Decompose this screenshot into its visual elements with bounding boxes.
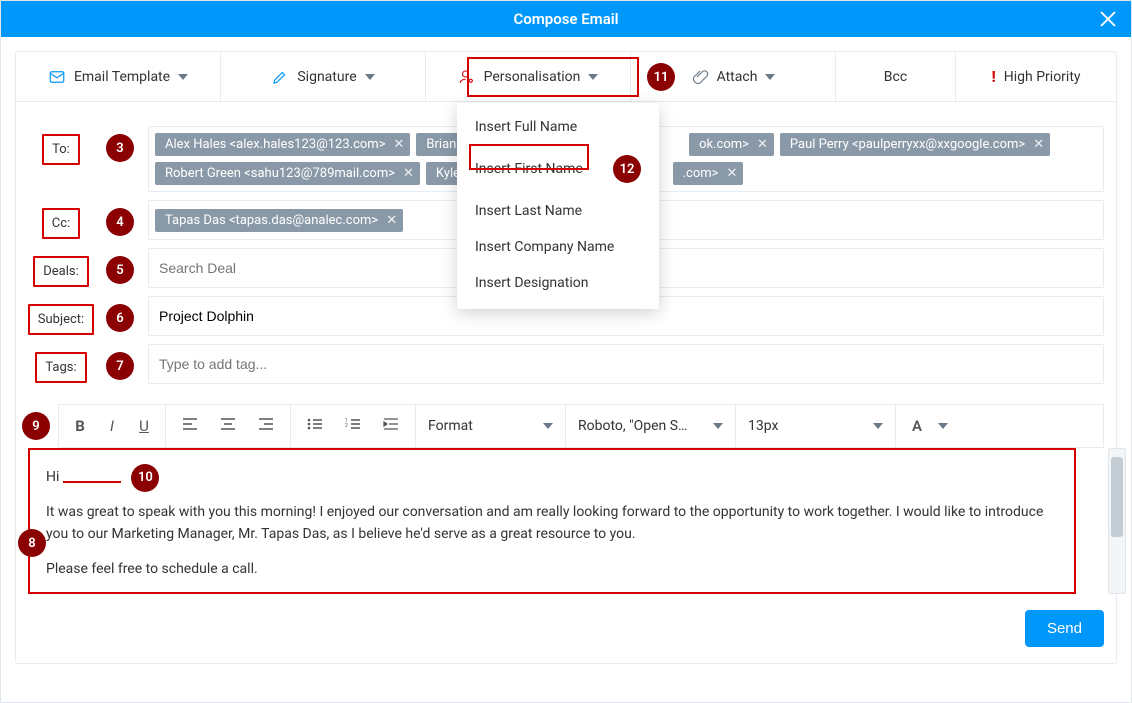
dialog-title: Compose Email [513, 10, 618, 28]
chevron-down-icon [765, 74, 775, 80]
bcc-label: Bcc [884, 69, 907, 85]
format-select[interactable]: Format [416, 405, 566, 447]
align-right-button[interactable] [252, 413, 280, 439]
bold-button[interactable]: B [69, 413, 91, 439]
chevron-down-icon [588, 74, 598, 80]
editor-scrollbar[interactable] [1108, 448, 1126, 594]
annotation-badge: 4 [106, 208, 134, 236]
annotation-badge: 9 [22, 412, 50, 440]
annotation-badge: 11 [647, 63, 675, 91]
rte-toolbar: B I U [58, 404, 1104, 448]
body-paragraph: It was great to speak with you this morn… [46, 502, 1058, 545]
chevron-down-icon [873, 423, 883, 429]
greeting-text: Hi [46, 467, 59, 489]
compose-toolbar: Email Template Signature Personalisation [16, 52, 1116, 102]
email-template-dropdown[interactable]: Email Template [16, 52, 221, 101]
priority-label: High Priority [1004, 69, 1081, 85]
chevron-down-icon [178, 74, 188, 80]
body-paragraph: Please feel free to schedule a call. [46, 559, 1058, 581]
bcc-button[interactable]: Bcc [836, 52, 956, 101]
subject-label: Subject: [28, 304, 94, 335]
align-center-button[interactable] [214, 413, 242, 439]
annotation-badge: 5 [106, 256, 134, 284]
font-size-select[interactable]: 13px [736, 405, 896, 447]
tags-input-wrap[interactable] [148, 344, 1104, 384]
high-priority-button[interactable]: ! High Priority [956, 52, 1116, 101]
italic-button[interactable]: I [101, 413, 123, 439]
annotation-badge: 7 [106, 352, 134, 380]
tags-label: Tags: [35, 352, 86, 383]
recipient-chip[interactable]: Alex Hales <alex.hales123@123.com>✕ [155, 133, 410, 156]
menu-insert-full-name[interactable]: Insert Full Name [457, 109, 659, 145]
indent-button[interactable] [377, 413, 405, 439]
font-select[interactable]: Roboto, "Open S… [566, 405, 736, 447]
annotation-badge: 6 [106, 304, 134, 332]
menu-insert-first-name[interactable]: Insert First Name 12 [457, 145, 659, 193]
chevron-down-icon [713, 423, 723, 429]
person-settings-icon [458, 68, 476, 86]
scrollbar-thumb[interactable] [1111, 457, 1123, 537]
annotation-badge: 10 [131, 464, 159, 492]
svg-text:2: 2 [345, 423, 348, 429]
chip-remove-icon[interactable]: ✕ [386, 213, 397, 228]
ordered-list-button[interactable]: 12 [339, 413, 367, 439]
attach-label: Attach [717, 69, 758, 85]
email-template-label: Email Template [74, 69, 170, 85]
signature-icon [271, 68, 289, 86]
recipient-chip[interactable]: ok.com>✕ [689, 133, 774, 156]
deals-label: Deals: [33, 256, 89, 287]
priority-icon: ! [991, 67, 995, 86]
cc-label: Cc: [42, 208, 80, 239]
text-color-button[interactable]: A [906, 413, 928, 439]
chevron-down-icon [543, 423, 553, 429]
placeholder-mark [63, 481, 121, 483]
chip-remove-icon[interactable]: ✕ [1033, 137, 1044, 152]
chip-remove-icon[interactable]: ✕ [726, 166, 737, 181]
close-icon[interactable] [1097, 8, 1119, 30]
annotation-badge: 3 [106, 134, 134, 162]
recipient-chip[interactable]: Paul Perry <paulperryxx@xxgoogle.com>✕ [780, 133, 1050, 156]
personalisation-label: Personalisation [484, 69, 581, 85]
menu-insert-designation[interactable]: Insert Designation [457, 265, 659, 301]
chip-remove-icon[interactable]: ✕ [403, 166, 414, 181]
subject-input[interactable] [159, 308, 1093, 324]
align-left-button[interactable] [176, 413, 204, 439]
send-button[interactable]: Send [1025, 610, 1104, 647]
chip-remove-icon[interactable]: ✕ [394, 137, 405, 152]
signature-label: Signature [297, 69, 356, 85]
email-body-editor[interactable]: Hi 10 It was great to speak with you thi… [28, 448, 1076, 594]
menu-insert-last-name[interactable]: Insert Last Name [457, 193, 659, 229]
template-icon [48, 68, 66, 86]
signature-dropdown[interactable]: Signature [221, 52, 426, 101]
tags-input[interactable] [159, 356, 1093, 372]
paperclip-icon [691, 68, 709, 86]
unordered-list-button[interactable] [301, 413, 329, 439]
chevron-down-icon [938, 423, 948, 429]
to-label: To: [42, 134, 80, 165]
personalisation-dropdown[interactable]: Personalisation [426, 52, 631, 101]
chevron-down-icon [365, 74, 375, 80]
annotation-badge: 8 [18, 529, 46, 557]
personalisation-menu: Insert Full Name Insert First Name 12 In… [457, 103, 659, 309]
annotation-badge: 12 [613, 155, 641, 183]
recipient-chip[interactable]: Robert Green <sahu123@789mail.com>✕ [155, 162, 420, 185]
chip-remove-icon[interactable]: ✕ [757, 137, 768, 152]
dialog-header: Compose Email [1, 1, 1131, 37]
recipient-chip[interactable]: Tapas Das <tapas.das@analec.com>✕ [155, 209, 403, 232]
recipient-chip[interactable]: .com>✕ [673, 162, 744, 185]
menu-insert-company-name[interactable]: Insert Company Name [457, 229, 659, 265]
underline-button[interactable]: U [133, 413, 155, 439]
